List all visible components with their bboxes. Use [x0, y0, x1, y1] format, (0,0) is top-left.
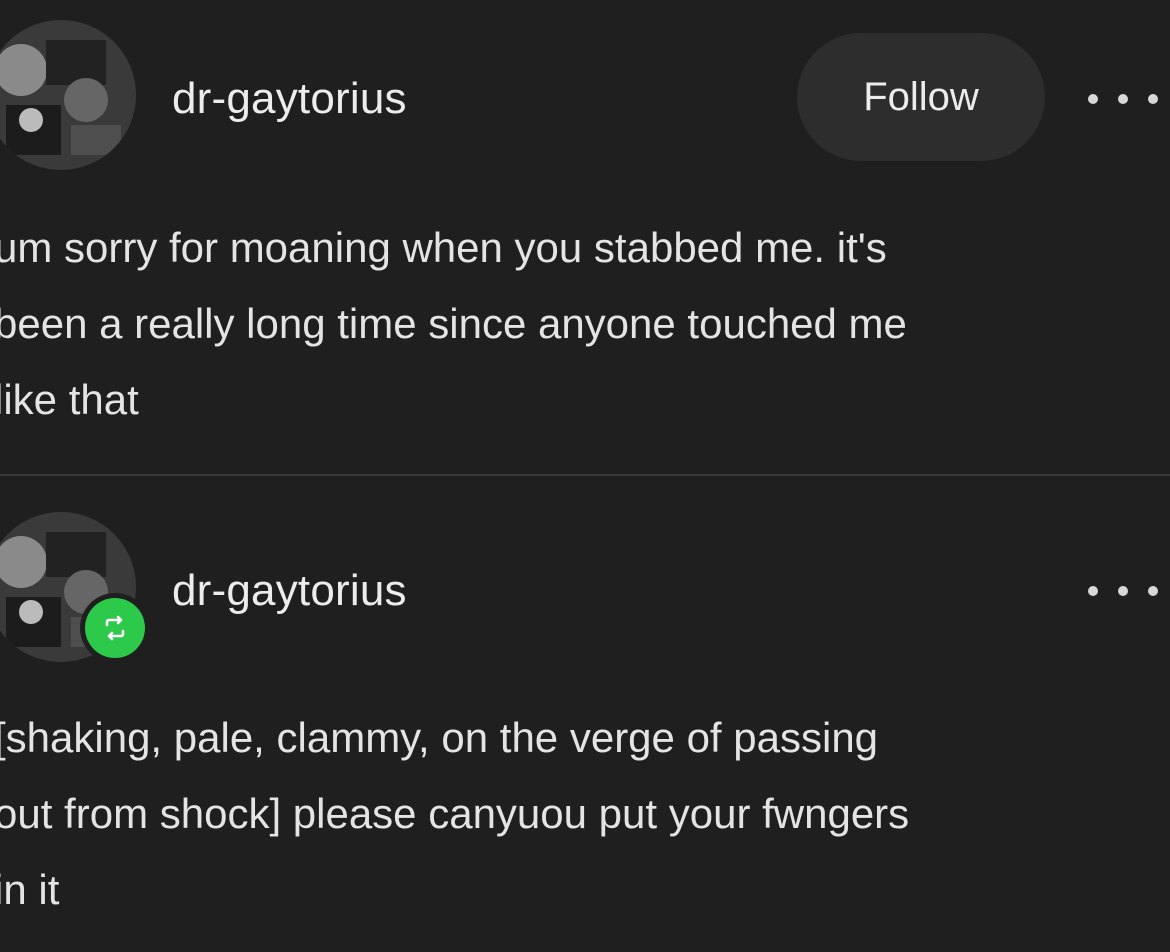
- more-options-icon[interactable]: [1088, 576, 1158, 606]
- post-body: [shaking, pale, clammy, on the verge of …: [0, 714, 910, 913]
- avatar[interactable]: [0, 20, 136, 170]
- username[interactable]: dr-gaytorius: [172, 74, 407, 124]
- post-original: dr-gaytorius Follow um sorry for moaning…: [0, 0, 1170, 474]
- more-options-icon[interactable]: [1088, 84, 1158, 114]
- post-reblog: dr-gaytorius [shaking, pale, clammy, on …: [0, 476, 1170, 952]
- username[interactable]: dr-gaytorius: [172, 566, 407, 616]
- reblog-icon: [80, 593, 150, 663]
- post-body: um sorry for moaning when you stabbed me…: [0, 224, 907, 423]
- follow-button[interactable]: Follow: [797, 33, 1045, 161]
